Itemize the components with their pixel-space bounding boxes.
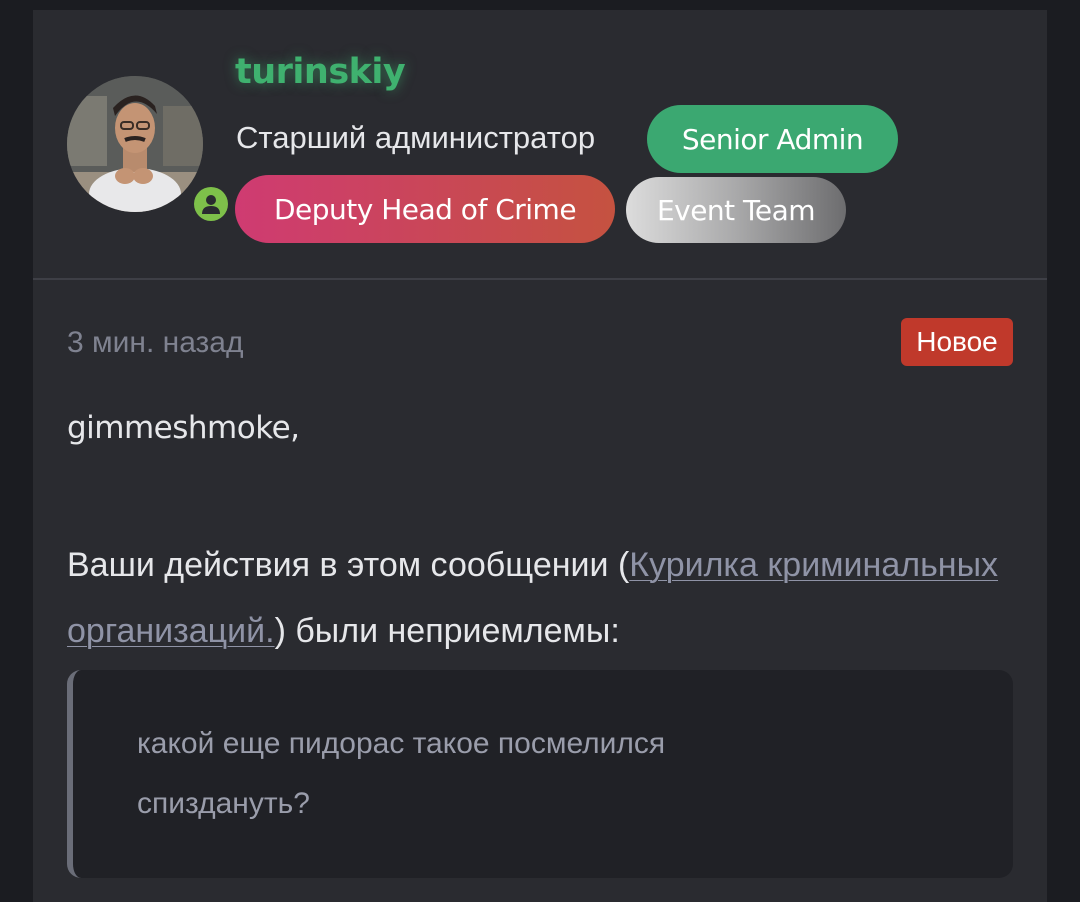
message-text: Ваши действия в этом сообщении (Курилка … (67, 532, 1017, 664)
avatar[interactable] (67, 76, 203, 212)
badge-event-team: Event Team (626, 177, 846, 243)
greeting-text: gimmeshmoke, (67, 410, 300, 446)
quote-text: какой еще пидорас такое посмелился спизд… (137, 727, 666, 820)
post-card: turinskiy Старший администратор Senior A… (33, 10, 1047, 902)
username-link[interactable]: turinskiy (235, 52, 406, 92)
post-body: 3 мин. назад Новое gimmeshmoke, Ваши дей… (33, 280, 1047, 902)
post-timestamp[interactable]: 3 мин. назад (67, 326, 244, 360)
user-title: Старший администратор (236, 120, 596, 155)
badge-senior-admin: Senior Admin (647, 105, 898, 173)
online-status (191, 184, 231, 224)
user-online-icon (194, 187, 228, 221)
badge-deputy-head-of-crime: Deputy Head of Crime (235, 175, 615, 243)
quote-block: какой еще пидорас такое посмелился спизд… (67, 670, 1013, 878)
user-header: turinskiy Старший администратор Senior A… (33, 10, 1047, 280)
avatar-container[interactable] (67, 76, 231, 224)
message-before: Ваши действия в этом сообщении ( (67, 546, 630, 584)
new-badge: Новое (901, 318, 1013, 366)
message-after: ) были неприемлемы: (274, 612, 620, 650)
